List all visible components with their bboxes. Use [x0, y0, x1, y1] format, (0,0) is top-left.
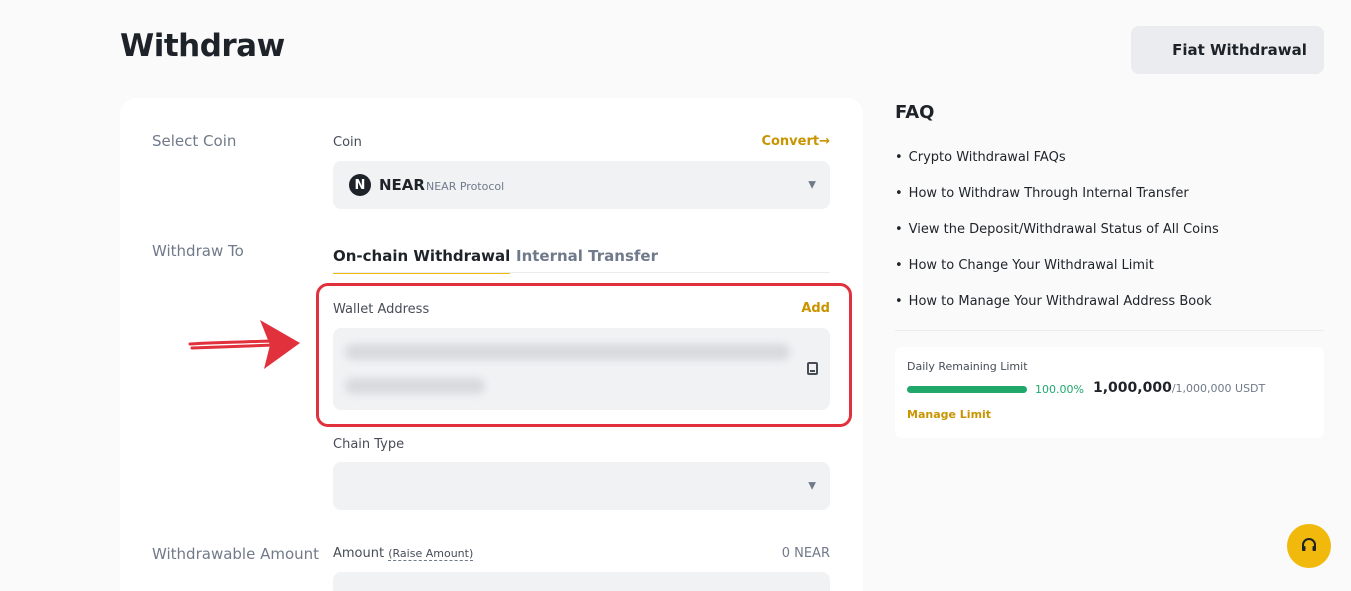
manage-limit-link[interactable]: Manage Limit [907, 408, 991, 421]
bullet-icon: • [895, 258, 903, 273]
amount-available: 0 NEAR [781, 546, 830, 561]
withdrawable-amount-label: Withdrawable Amount [152, 545, 320, 563]
amount-label-text: Amount [333, 546, 385, 561]
raise-amount-link[interactable]: (Raise Amount) [388, 547, 474, 561]
near-coin-icon: N [349, 174, 371, 196]
faq-item-label: How to Withdraw Through Internal Transfe… [908, 186, 1189, 201]
faq-item-label: Crypto Withdrawal FAQs [908, 150, 1066, 165]
convert-link[interactable]: Convert→ [761, 134, 830, 149]
tabs-divider [333, 272, 830, 273]
faq-item-label: How to Change Your Withdrawal Limit [908, 258, 1154, 273]
headset-icon [1302, 538, 1316, 551]
withdraw-page: Withdraw Fiat Withdrawal Select Coin Coi… [0, 0, 1351, 591]
tab-internal-transfer[interactable]: Internal Transfer [516, 247, 658, 272]
chain-type-label: Chain Type [333, 437, 405, 452]
bullet-icon: • [895, 150, 903, 165]
bullet-icon: • [895, 186, 903, 201]
bullet-icon: • [895, 222, 903, 237]
page-title: Withdraw [120, 28, 285, 64]
faq-item-label: How to Manage Your Withdrawal Address Bo… [908, 294, 1212, 309]
limit-progress-bar [907, 386, 1027, 393]
fiat-withdrawal-button[interactable]: Fiat Withdrawal [1131, 26, 1324, 74]
faq-item[interactable]: • View the Deposit/Withdrawal Status of A… [895, 222, 1219, 258]
select-coin-label: Select Coin [152, 132, 237, 150]
faq-item[interactable]: • Crypto Withdrawal FAQs [895, 150, 1219, 186]
faq-item[interactable]: • How to Manage Your Withdrawal Address B… [895, 294, 1219, 330]
daily-limit-label: Daily Remaining Limit [907, 360, 1028, 373]
faq-item[interactable]: • How to Withdraw Through Internal Transf… [895, 186, 1219, 222]
limit-progress-fill [907, 386, 1027, 393]
chain-type-select[interactable]: ▼ [333, 462, 830, 510]
coin-select[interactable]: N NEAR NEAR Protocol ▼ [333, 161, 830, 209]
chevron-down-icon: ▼ [808, 480, 816, 492]
coin-field-label: Coin [333, 135, 362, 150]
withdraw-to-label: Withdraw To [152, 242, 244, 260]
chevron-down-icon: ▼ [808, 179, 816, 191]
faq-title: FAQ [895, 102, 935, 123]
bullet-icon: • [895, 294, 903, 309]
limit-remaining: 1,000,000 [1093, 380, 1172, 396]
limit-total: /1,000,000 USDT [1171, 382, 1266, 395]
red-arrow-icon [188, 320, 300, 369]
faq-item-label: View the Deposit/Withdrawal Status of Al… [908, 222, 1219, 237]
limit-amount: 1,000,000/1,000,000 USDT [1093, 380, 1265, 396]
support-chat-button[interactable] [1287, 524, 1331, 568]
limit-percent: 100.00% [1035, 383, 1084, 396]
tab-on-chain-withdrawal[interactable]: On-chain Withdrawal [333, 247, 511, 274]
coin-symbol: NEAR [379, 176, 425, 194]
faq-divider [895, 330, 1324, 331]
faq-list: • Crypto Withdrawal FAQs • How to Withdraw… [895, 150, 1219, 330]
highlight-annotation-box [316, 283, 852, 427]
coin-name: NEAR Protocol [426, 180, 505, 193]
amount-label: Amount (Raise Amount) [333, 546, 474, 561]
amount-input[interactable] [333, 572, 830, 591]
daily-limit-card: Daily Remaining Limit 100.00% 1,000,000/… [895, 347, 1324, 438]
faq-item[interactable]: • How to Change Your Withdrawal Limit [895, 258, 1219, 294]
